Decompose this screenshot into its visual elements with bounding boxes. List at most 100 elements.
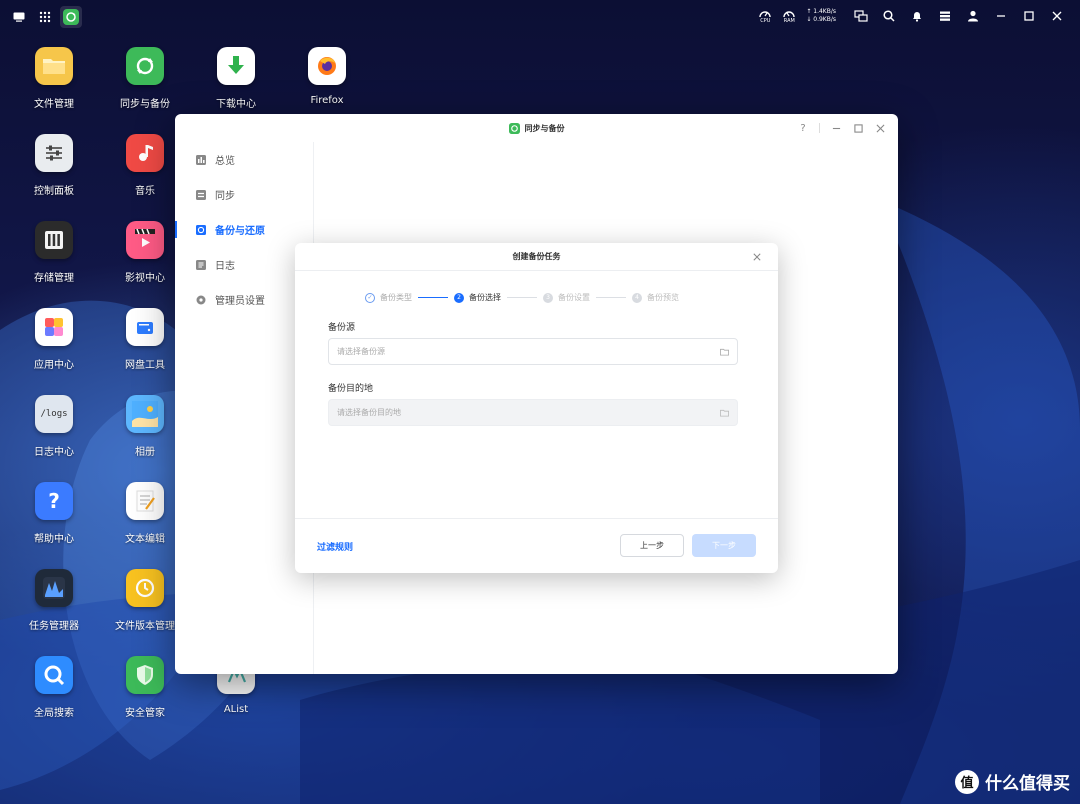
close-icon	[1052, 11, 1062, 21]
window-sidebar: 总览 同步 备份与还原日志管理员设置	[175, 142, 314, 674]
logs-icon: /logs	[35, 395, 73, 433]
sidebar-item-label: 管理员设置	[215, 296, 265, 307]
text-editor-icon	[126, 482, 164, 520]
sync-list-icon	[196, 189, 206, 200]
desktop-icon-label: 全局搜索	[34, 708, 74, 719]
help-icon: ?	[35, 482, 73, 520]
sidebar-item-sync-list[interactable]: 同步	[175, 177, 313, 212]
desktop-icon-download[interactable]: 下载中心	[193, 47, 279, 110]
wizard-step: 4 备份预览	[632, 292, 679, 303]
video-icon	[126, 221, 164, 259]
help-button[interactable]: ?	[797, 121, 809, 135]
dialog-header: 创建备份任务	[295, 243, 778, 271]
watermark-badge: 值	[955, 769, 979, 794]
minimize-icon	[997, 15, 1005, 17]
maximize-button[interactable]	[852, 121, 864, 135]
desktop-icon-logs[interactable]: /logs 日志中心	[11, 395, 97, 458]
divider	[819, 123, 820, 133]
sidebar-item-label: 日志	[215, 261, 235, 272]
window-title: 同步与备份	[524, 123, 565, 133]
task-manager-icon	[35, 569, 73, 607]
sidebar-item-backup[interactable]: 备份与还原	[175, 212, 313, 247]
grid-icon	[39, 11, 51, 23]
music-icon	[126, 134, 164, 172]
storage-icon	[35, 221, 73, 259]
window-controls: ?	[797, 121, 886, 135]
desktop-icon-label: 帮助中心	[34, 534, 74, 545]
backup-destination-input[interactable]: 请选择备份目的地	[328, 399, 738, 426]
step-label: 备份预览	[647, 293, 679, 302]
step-label: 备份类型	[380, 293, 412, 302]
close-button[interactable]	[1048, 7, 1066, 25]
desktop-icon-help[interactable]: ? 帮助中心	[11, 482, 97, 545]
wizard-step: 3 备份设置	[543, 292, 590, 303]
cloud-drive-icon	[126, 308, 164, 346]
cpu-gauge-icon	[759, 11, 772, 18]
desktop-icon-label: AList	[223, 704, 249, 715]
desktop-icon-firefox[interactable]: Firefox	[284, 47, 370, 106]
source-label: 备份源	[328, 323, 356, 333]
desktop-icon-sync[interactable]: 同步与备份	[102, 47, 188, 110]
sidebar-item-log[interactable]: 日志	[175, 247, 313, 282]
network-button[interactable]	[852, 7, 870, 25]
watermark-text: 什么值得买	[985, 774, 1070, 794]
desktop-icon-label: 控制面板	[34, 186, 74, 197]
wizard-step: 2 备份选择	[454, 292, 501, 303]
desktop-icon-label: 存储管理	[34, 273, 74, 284]
source-placeholder: 请选择备份源	[337, 347, 385, 356]
sidebar-item-settings[interactable]: 管理员设置	[175, 282, 313, 317]
notification-button[interactable]	[908, 7, 926, 25]
overview-icon	[196, 154, 206, 165]
filter-rules-link[interactable]: 过滤规则	[317, 540, 353, 553]
desktop-icon	[13, 12, 25, 22]
desktop-icon-task-manager[interactable]: 任务管理器	[11, 569, 97, 632]
desktop-icon-app-center[interactable]: 应用中心	[11, 308, 97, 371]
taskbar-sync-app[interactable]	[60, 6, 82, 28]
next-step-button[interactable]: 下一步	[692, 534, 756, 557]
user-button[interactable]	[964, 7, 982, 25]
desktop-icon-label: 任务管理器	[29, 621, 79, 632]
desktop-icon-folder[interactable]: 文件管理	[11, 47, 97, 110]
desktop-icon-label: 文件管理	[34, 99, 74, 110]
minimize-icon	[832, 127, 840, 129]
minimize-button[interactable]	[830, 121, 842, 135]
show-desktop-button[interactable]	[8, 6, 30, 28]
dialog-close-button[interactable]	[750, 250, 764, 264]
security-icon	[126, 656, 164, 694]
step-number: 4	[632, 292, 642, 303]
previous-step-button[interactable]: 上一步	[620, 534, 684, 557]
search-button[interactable]	[880, 7, 898, 25]
maximize-button[interactable]	[1020, 7, 1038, 25]
app-launcher-button[interactable]	[34, 6, 56, 28]
desktop-icon-label: 下载中心	[216, 99, 256, 110]
logs-tile-text: /logs	[40, 409, 68, 419]
download-icon	[217, 47, 255, 85]
window-titlebar: 同步与备份	[175, 114, 898, 142]
desktop-icon-control-panel[interactable]: 控制面板	[11, 134, 97, 197]
folder-icon	[720, 348, 729, 356]
close-icon	[753, 253, 761, 261]
sidebar-item-overview[interactable]: 总览	[175, 142, 313, 177]
step-number: 2	[454, 292, 464, 303]
widgets-button[interactable]	[936, 7, 954, 25]
network-speed[interactable]: ↑ 1.4KB/s ↓ 0.9KB/s	[806, 8, 836, 24]
search-icon	[883, 10, 895, 22]
desktop-icon-label: Firefox	[310, 95, 344, 106]
desktop-icon-label: 同步与备份	[120, 99, 170, 110]
step-number: 3	[543, 292, 553, 303]
close-button[interactable]	[874, 121, 886, 135]
firefox-icon	[308, 47, 346, 85]
wizard-step: ✓ 备份类型	[365, 292, 412, 303]
step-connector	[418, 297, 448, 298]
ram-meter[interactable]: RAM	[782, 8, 796, 24]
cpu-meter[interactable]: CPU	[758, 8, 772, 24]
top-taskbar: CPU RAM ↑ 1.4KB/s ↓ 0.9KB/s	[0, 0, 1080, 34]
desktop-icon-global-search[interactable]: 全局搜索	[11, 656, 97, 719]
folder-icon	[720, 409, 729, 417]
step-label: 备份选择	[469, 293, 501, 302]
backup-source-input[interactable]: 请选择备份源	[328, 338, 738, 365]
minimize-button[interactable]	[992, 7, 1010, 25]
desktop-icon-storage[interactable]: 存储管理	[11, 221, 97, 284]
sync-icon	[63, 9, 79, 25]
control-panel-icon	[35, 134, 73, 172]
